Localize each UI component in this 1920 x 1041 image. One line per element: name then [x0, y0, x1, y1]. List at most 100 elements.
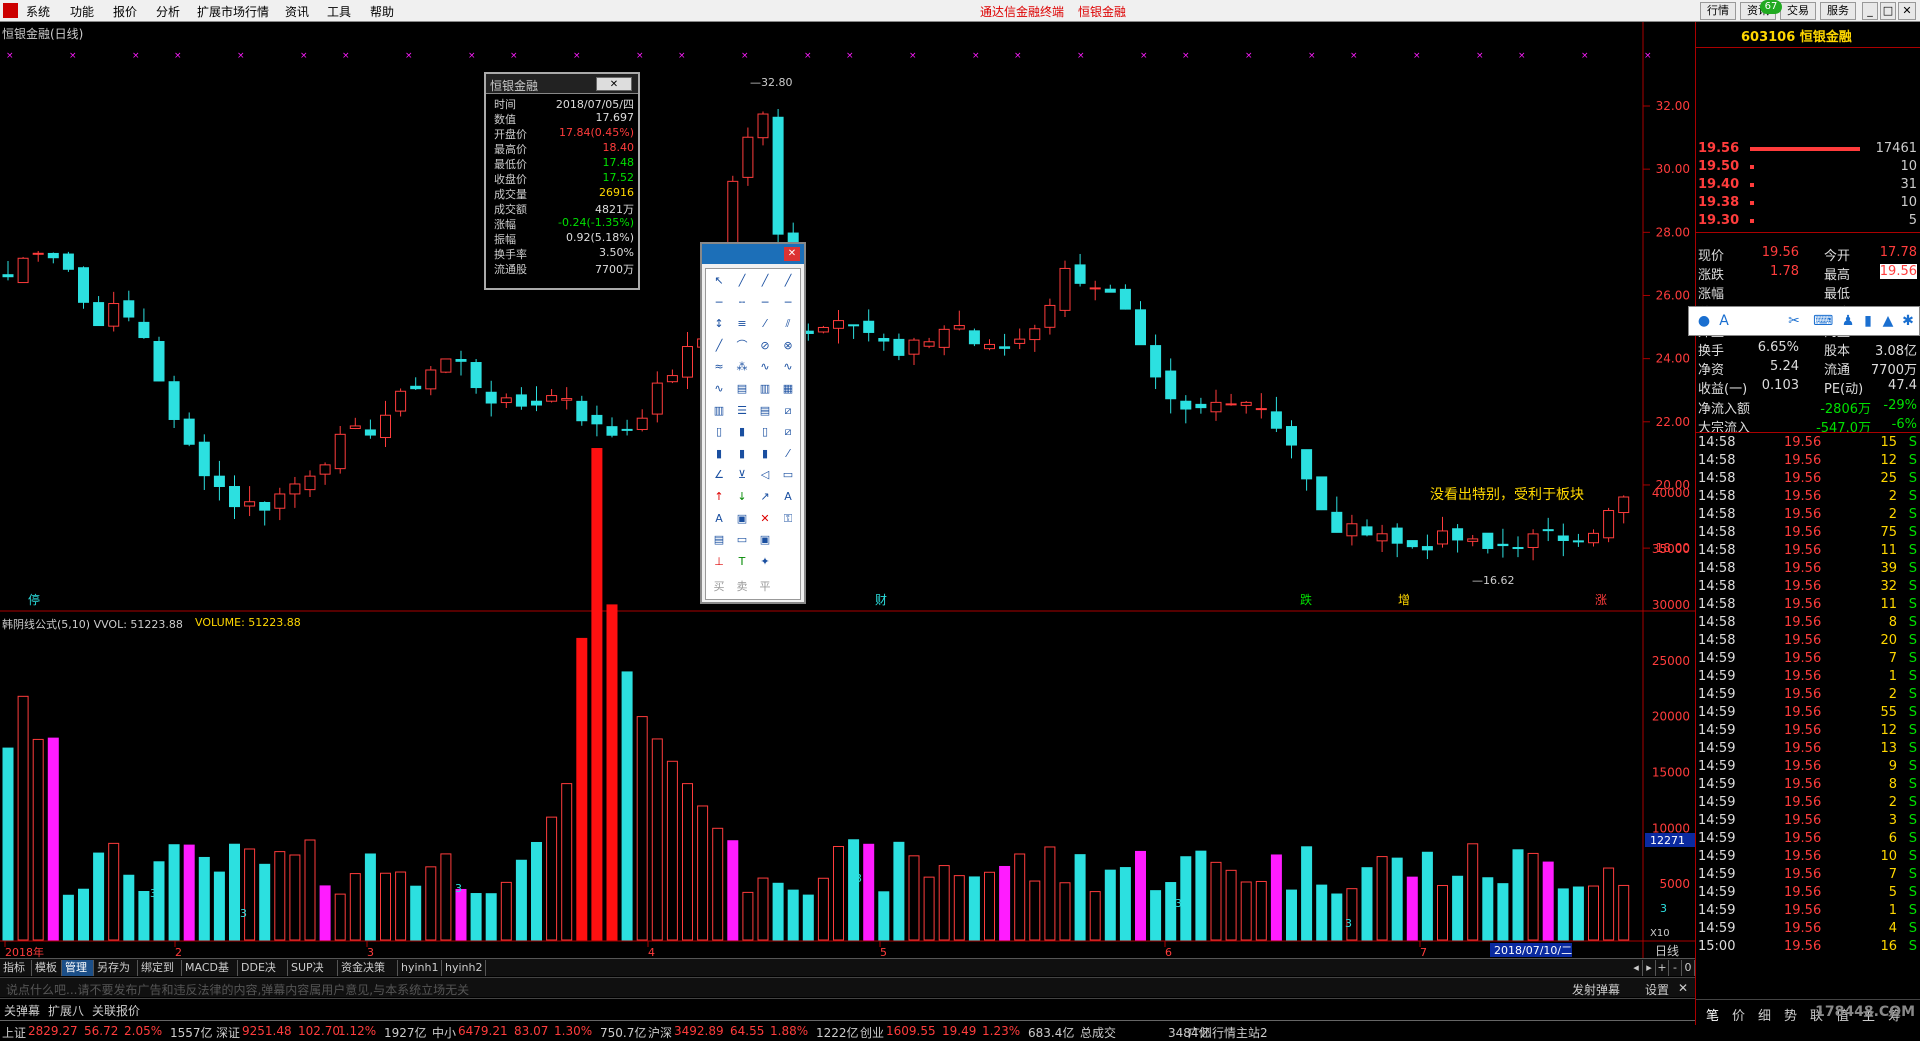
drawing-tool-icon[interactable]: ▮	[708, 444, 730, 464]
kline-chart-area[interactable]: 32.00 30.00 28.00 26.00 24.00 22.00 20.00 18.00…	[0, 22, 1695, 1025]
shirt-icon[interactable]: ▲	[1879, 312, 1897, 330]
close-button[interactable]: ✕	[1898, 2, 1916, 20]
danmu-close-icon[interactable]: ✕	[1678, 981, 1688, 995]
drawing-toolbox[interactable]: ✕ ↖ ╱ ╱ ╱ ─ ╌ ─ ─ ↕ ≡ ⁄ ⫽ ╱ ⌒ ⊘ ⊗ ≈ ⁂ ∿ ∿ ∿ ▤ ▥ ▦ ▥ ☰ ▤ ⧄ ▯ ▮ ▯ ⧄ ▮ ▮ ▮ ⁄ ∠ ⊻…	[700, 242, 806, 604]
menu-news[interactable]: 资讯	[285, 3, 309, 20]
menu-function[interactable]: 功能	[70, 3, 94, 20]
maximize-button[interactable]: □	[1880, 2, 1896, 20]
indicator-tab[interactable]: hyinh2	[442, 960, 486, 976]
indicator-tab[interactable]: 管理	[62, 960, 94, 976]
indicator-tab[interactable]: 绑定到	[138, 960, 182, 976]
tab-nav-button[interactable]: ◂	[1630, 960, 1643, 976]
person-icon[interactable]: ♟	[1839, 312, 1857, 330]
trade-tab[interactable]: 交易	[1780, 2, 1816, 20]
drawing-tool-icon[interactable]: ⁄	[777, 444, 799, 464]
drawing-tool-icon[interactable]: ╱	[754, 271, 776, 291]
trade-tool-label[interactable]: 卖	[731, 577, 753, 597]
drawing-tool-icon[interactable]: ▯	[754, 422, 776, 442]
drawing-tool-icon[interactable]: ⌒	[731, 336, 753, 356]
drawing-tool-icon[interactable]: ∿	[754, 357, 776, 377]
drawing-tool-icon[interactable]: ↖	[708, 271, 730, 291]
drawing-tool-icon[interactable]: ⫽	[777, 314, 799, 334]
service-tab[interactable]: 服务	[1820, 2, 1856, 20]
drawing-tool-icon[interactable]: ⁄	[754, 314, 776, 334]
drawing-tool-icon[interactable]: ▮	[731, 422, 753, 442]
drawing-tool-icon[interactable]: ⁂	[731, 357, 753, 377]
drawing-tool-icon[interactable]: ⊗	[777, 336, 799, 356]
tab-nav-button[interactable]: ▸	[1643, 960, 1656, 976]
drawing-tool-icon[interactable]: ▮	[731, 444, 753, 464]
drawing-tool-icon[interactable]: ◁	[754, 465, 776, 485]
danmu-input[interactable]: 说点什么吧...请不要发布广告和违反法律的内容,弹幕内容属用户意见,与本系统立场…	[6, 981, 469, 998]
quote-footer-tab[interactable]: 势	[1784, 1005, 1797, 1024]
drawing-tool-icon[interactable]: A	[777, 487, 799, 507]
drawing-tool-icon[interactable]: ⊥	[708, 552, 730, 572]
drawing-tool-icon[interactable]: ∿	[708, 379, 730, 399]
drawing-tool-icon[interactable]: ╱	[708, 336, 730, 356]
indicator-tab[interactable]: 模板	[32, 960, 62, 976]
indicator-tab[interactable]: SUP决策	[288, 960, 338, 990]
gear-icon[interactable]: ✱	[1899, 312, 1917, 330]
drawing-tool-icon[interactable]: ⧄	[777, 401, 799, 421]
drawing-tool-icon[interactable]	[777, 552, 799, 572]
keyboard-icon[interactable]: ⌨	[1813, 312, 1833, 330]
drawing-tool-icon[interactable]: ▥	[708, 401, 730, 421]
danmu-send-button[interactable]: 发射弹幕	[1572, 981, 1620, 998]
toggle-danmu-tab[interactable]: 关弹幕	[4, 1002, 40, 1020]
indicator-tab[interactable]: DDE决策	[238, 960, 288, 990]
drawing-tool-icon[interactable]: T	[731, 552, 753, 572]
drawing-tool-icon[interactable]: ∿	[777, 357, 799, 377]
notification-badge[interactable]: 67	[1760, 0, 1782, 14]
trade-tool-label[interactable]: 买	[708, 577, 730, 597]
drawing-tool-icon[interactable]: ↕	[708, 314, 730, 334]
indicator-tab[interactable]: 资金决策	[338, 960, 398, 976]
menu-extended[interactable]: 扩展市场行情	[197, 3, 269, 20]
data-window[interactable]: 恒银金融 ✕ 时间 2018/07/05/四 数值 17.697 开盘价 17.84(0.4…	[484, 72, 640, 290]
menu-analysis[interactable]: 分析	[156, 3, 180, 20]
indicator-tab[interactable]: 指标	[0, 960, 32, 976]
drawing-tool-icon[interactable]: ⚿	[777, 509, 799, 529]
quote-footer-tab[interactable]: 笔	[1706, 1005, 1719, 1024]
drawing-tool-icon[interactable]: ╌	[731, 293, 753, 313]
tab-nav-button[interactable]: -	[1669, 960, 1682, 976]
tab-nav-button[interactable]: 0	[1682, 960, 1695, 976]
scissors-icon[interactable]: ✂	[1785, 312, 1803, 330]
drawing-tool-icon[interactable]: ─	[777, 293, 799, 313]
quote-footer-tab[interactable]: 价	[1732, 1005, 1745, 1024]
drawing-tool-icon[interactable]: ▤	[731, 379, 753, 399]
quote-tab[interactable]: 行情	[1700, 2, 1736, 20]
drawing-tool-icon[interactable]: ↑	[708, 487, 730, 507]
drawing-tool-icon[interactable]: ▯	[708, 422, 730, 442]
menu-quote[interactable]: 报价	[113, 3, 137, 20]
menu-tools[interactable]: 工具	[327, 3, 351, 20]
drawing-tool-icon[interactable]: ▭	[731, 530, 753, 550]
menu-help[interactable]: 帮助	[370, 3, 394, 20]
drawing-tool-icon[interactable]: ✕	[754, 509, 776, 529]
drawing-tool-icon[interactable]: ☰	[731, 401, 753, 421]
drawing-tool-icon[interactable]: ▥	[754, 379, 776, 399]
chart-icon[interactable]: ▮	[1859, 312, 1877, 330]
drawing-tool-icon[interactable]: ▣	[754, 530, 776, 550]
drawing-tool-icon[interactable]: ╱	[777, 271, 799, 291]
drawing-tool-icon[interactable]: ∠	[708, 465, 730, 485]
indicator-tab[interactable]: MACD基本	[182, 960, 238, 990]
drawing-tool-icon[interactable]: ≡	[731, 314, 753, 334]
drawing-tool-icon[interactable]: ≈	[708, 357, 730, 377]
minimize-button[interactable]: _	[1862, 2, 1878, 20]
drawing-tool-icon[interactable]: ↗	[754, 487, 776, 507]
indicator-tab[interactable]: hyinh1	[398, 960, 442, 976]
text-icon[interactable]: A	[1715, 312, 1733, 330]
toolbox-titlebar[interactable]: ✕	[702, 244, 804, 264]
toolbox-close-button[interactable]: ✕	[784, 247, 800, 261]
drawing-tool-icon[interactable]: ▦	[777, 379, 799, 399]
drawing-tool-icon[interactable]: ▣	[731, 509, 753, 529]
drawing-tool-icon[interactable]: ↓	[731, 487, 753, 507]
drawing-tool-icon[interactable]: ─	[754, 293, 776, 313]
drawing-tool-icon[interactable]: ▤	[754, 401, 776, 421]
drawing-tool-icon[interactable]: ⧄	[777, 422, 799, 442]
danmu-settings-button[interactable]: 设置	[1645, 981, 1669, 998]
drawing-tool-icon[interactable]: ╱	[731, 271, 753, 291]
extend-tab[interactable]: 扩展八	[48, 1002, 84, 1020]
drawing-tool-icon[interactable]: A	[708, 509, 730, 529]
drawing-tool-icon[interactable]: ⊻	[731, 465, 753, 485]
